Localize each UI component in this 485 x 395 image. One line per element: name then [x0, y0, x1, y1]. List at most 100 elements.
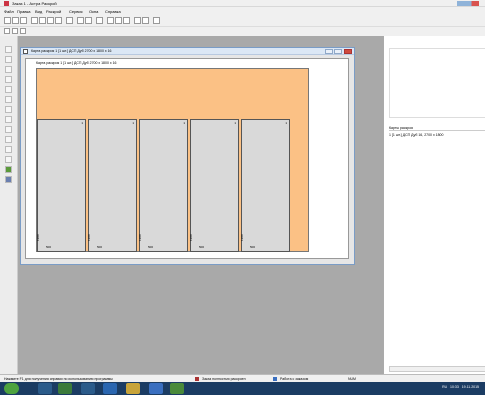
chart-icon[interactable] — [107, 17, 114, 24]
right-pane: Карты раскроя 1 [1 шт.] ДСП Дуб 16, 2700… — [383, 36, 485, 374]
run-icon[interactable] — [66, 17, 73, 24]
panel-width: 500 — [148, 245, 154, 249]
app-icon — [4, 1, 9, 6]
order-status-icon — [195, 377, 199, 381]
app-title-bar: Заказ 1 - Астра Раскрой — [0, 0, 485, 7]
grid-icon[interactable] — [39, 17, 46, 24]
tool-13-icon[interactable] — [5, 166, 12, 173]
tool-10-icon[interactable] — [5, 136, 12, 143]
panel[interactable]: 1 1300 500 — [138, 119, 188, 252]
panel-height: 1300 — [138, 234, 142, 241]
calc-icon[interactable] — [142, 17, 149, 24]
zoom-icon[interactable] — [123, 17, 130, 24]
document-icon — [23, 49, 28, 54]
cutting-map-canvas: Карта раскроя 1 [1 шт.] ДСП Дуб 2700 x 1… — [25, 58, 349, 259]
preview-area — [389, 48, 485, 118]
menu-file[interactable]: Файл — [4, 9, 14, 14]
layout-icon[interactable] — [96, 17, 103, 24]
taskbar-app-3[interactable] — [81, 383, 95, 394]
cutting-maps-header: Карты раскроя — [389, 125, 485, 131]
panel[interactable]: 1 1300 500 — [36, 119, 86, 252]
panel-height: 1300 — [189, 234, 193, 241]
left-toolbar — [0, 36, 18, 374]
tool-14-icon[interactable] — [5, 176, 12, 183]
system-tray: RU 10:33 19.11.2015 — [442, 385, 479, 389]
panel[interactable]: 1 1300 500 — [240, 119, 290, 252]
tray-time: 10:33 — [450, 385, 459, 389]
tool-11-icon[interactable] — [5, 146, 12, 153]
cutting-map-list-item[interactable]: 1 [1 шт.] ДСП Дуб 16, 2700 x 1800 — [389, 133, 443, 137]
cutting-maps-header-label: Карты раскроя — [389, 126, 413, 130]
app-title: Заказ 1 - Астра Раскрой — [12, 1, 57, 6]
table-icon[interactable] — [31, 17, 38, 24]
panel-number: 1 — [234, 121, 236, 125]
tray-date: 19.11.2015 — [461, 385, 479, 389]
panel-number: 1 — [285, 121, 287, 125]
tool-12-icon[interactable] — [5, 156, 12, 163]
horizontal-scrollbar[interactable] — [389, 366, 485, 372]
menu-bar: Файл Правка Вид Раскрой Сервис Окна Спра… — [0, 7, 485, 15]
menu-cutting[interactable]: Раскрой — [46, 9, 61, 14]
panel-number: 1 — [183, 121, 185, 125]
tool-1-icon[interactable] — [5, 46, 12, 53]
tool-9-icon[interactable] — [5, 126, 12, 133]
panel-width: 500 — [46, 245, 52, 249]
menu-view[interactable]: Вид — [35, 9, 42, 14]
panel-width: 500 — [250, 245, 256, 249]
status-hint: Нажмите F1 для получения справки по испо… — [4, 377, 113, 381]
rotate-icon[interactable] — [12, 28, 18, 34]
preview-icon[interactable] — [115, 17, 122, 24]
cutting-map-title-bar: Карта раскроя 1 [1 шт.] ДСП Дуб 2700 x 1… — [21, 48, 354, 55]
tool-3-icon[interactable] — [5, 66, 12, 73]
taskbar-app-5[interactable] — [126, 383, 140, 394]
panel[interactable]: 1 1300 500 — [189, 119, 239, 252]
save-icon[interactable] — [20, 17, 27, 24]
menu-edit[interactable]: Правка — [17, 9, 31, 14]
taskbar-app-1[interactable] — [38, 383, 52, 394]
menu-service[interactable]: Сервис — [69, 9, 83, 14]
print-icon[interactable] — [47, 17, 54, 24]
maximize-button[interactable] — [334, 49, 342, 54]
taskbar: RU 10:33 19.11.2015 — [0, 382, 485, 395]
taskbar-app-2[interactable] — [58, 383, 72, 394]
tray-lang[interactable]: RU — [442, 385, 447, 389]
tool-4-icon[interactable] — [5, 76, 12, 83]
minimize-button[interactable] — [325, 49, 333, 54]
taskbar-app-6[interactable] — [149, 383, 163, 394]
menu-help[interactable]: Справка — [105, 9, 121, 14]
tool-2-icon[interactable] — [5, 56, 12, 63]
cutting-map-title: Карта раскроя 1 [1 шт.] ДСП Дуб 2700 x 1… — [31, 49, 112, 53]
window-controls[interactable] — [457, 1, 479, 6]
new-icon[interactable] — [4, 17, 11, 24]
copy-icon[interactable] — [55, 17, 62, 24]
panel-number: 1 — [132, 121, 134, 125]
panel-height: 1300 — [240, 234, 244, 241]
check-icon[interactable] — [134, 17, 141, 24]
redo-icon[interactable] — [85, 17, 92, 24]
tool-6-icon[interactable] — [5, 96, 12, 103]
tool-7-icon[interactable] — [5, 106, 12, 113]
close-button[interactable] — [344, 49, 352, 54]
zoom-out-icon[interactable] — [4, 28, 10, 34]
panel-height: 1300 — [87, 234, 91, 241]
menu-windows[interactable]: Окна — [89, 9, 98, 14]
help-icon[interactable] — [153, 17, 160, 24]
status-num: NUM — [348, 377, 356, 381]
work-status-icon — [273, 377, 277, 381]
taskbar-app-4[interactable] — [103, 383, 117, 394]
undo-icon[interactable] — [77, 17, 84, 24]
status-bar: Нажмите F1 для получения справки по испо… — [0, 374, 485, 382]
status-work: Работа с заказом — [280, 377, 309, 381]
open-icon[interactable] — [12, 17, 19, 24]
map-label: Карта раскроя 1 [1 шт.] ДСП Дуб 2700 x 1… — [36, 61, 117, 65]
zoom-in-icon[interactable] — [20, 28, 26, 34]
panel-number: 1 — [81, 121, 83, 125]
toolbar-main — [0, 15, 485, 27]
panel[interactable]: 1 1300 500 — [87, 119, 137, 252]
panel-width: 500 — [199, 245, 205, 249]
taskbar-app-7[interactable] — [170, 383, 184, 394]
panel-height: 1300 — [36, 234, 40, 241]
tool-8-icon[interactable] — [5, 116, 12, 123]
tool-5-icon[interactable] — [5, 86, 12, 93]
start-button[interactable] — [4, 383, 19, 394]
